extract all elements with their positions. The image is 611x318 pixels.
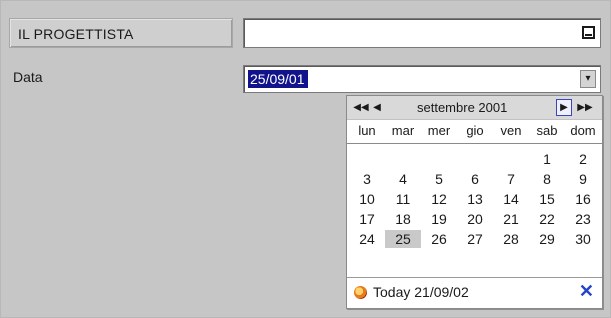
form-panel: IL PROGETTISTA Data 25/09/01 ▾ ◀◀ ◀ sett…	[0, 0, 611, 318]
calendar-day[interactable]: 8	[529, 170, 565, 188]
calendar-day[interactable]: 24	[349, 230, 385, 248]
today-button[interactable]: Today 21/09/02	[373, 284, 469, 300]
weekday-header: lun mar mer gio ven sab dom	[347, 123, 602, 144]
calendar-day[interactable]: 18	[385, 210, 421, 228]
month-title: settembre 2001	[417, 100, 508, 115]
calendar-day[interactable]: 7	[493, 170, 529, 188]
next-year-icon[interactable]: ▶▶	[577, 99, 593, 116]
prev-year-icon[interactable]: ◀◀	[353, 99, 369, 116]
calendar-day[interactable]: 11	[385, 190, 421, 208]
weekday-label: mer	[427, 123, 451, 138]
calendar-day[interactable]: 22	[529, 210, 565, 228]
field-window-button[interactable]	[582, 26, 595, 39]
calendar-grid: 1 2 3 4 5 6 7 8 9 10 11 12 13 14 15 16 17 18 19 20 21 22 23 24 2…	[347, 148, 602, 278]
calendar-day[interactable]: 16	[565, 190, 601, 208]
weekday-label: sab	[536, 123, 558, 138]
calendar-day[interactable]: 13	[457, 190, 493, 208]
dropdown-arrow-button[interactable]: ▾	[580, 70, 596, 88]
weekday-label: gio	[466, 123, 484, 138]
calendar-day[interactable]: 9	[565, 170, 601, 188]
today-icon[interactable]	[354, 286, 367, 299]
calendar-day[interactable]: 20	[457, 210, 493, 228]
prev-month-icon[interactable]: ◀	[369, 99, 385, 116]
calendar-day[interactable]: 1	[529, 150, 565, 168]
calendar-day-selected[interactable]: 25	[385, 230, 421, 248]
calendar-day[interactable]: 26	[421, 230, 457, 248]
calendar-day[interactable]: 2	[565, 150, 601, 168]
weekday-label: ven	[500, 123, 522, 138]
weekday-label: mar	[391, 123, 415, 138]
weekday-label: dom	[570, 123, 596, 138]
calendar-day[interactable]: 23	[565, 210, 601, 228]
calendar-day[interactable]: 28	[493, 230, 529, 248]
calendar-day[interactable]: 19	[421, 210, 457, 228]
date-input[interactable]: 25/09/01 ▾	[243, 65, 601, 93]
calendar-day[interactable]: 10	[349, 190, 385, 208]
date-label: Data	[13, 69, 43, 85]
calendar-day[interactable]: 30	[565, 230, 601, 248]
calendar-day[interactable]: 5	[421, 170, 457, 188]
calendar-day[interactable]: 17	[349, 210, 385, 228]
calendar-day[interactable]: 21	[493, 210, 529, 228]
calendar-header: ◀◀ ◀ settembre 2001 ▶ ▶▶	[347, 96, 602, 120]
calendar-day[interactable]: 15	[529, 190, 565, 208]
calendar-day[interactable]: 29	[529, 230, 565, 248]
calendar-day[interactable]: 27	[457, 230, 493, 248]
calendar-day[interactable]: 12	[421, 190, 457, 208]
calendar-popup: ◀◀ ◀ settembre 2001 ▶ ▶▶ lun mar mer gio ven…	[346, 95, 603, 309]
calendar-footer: Today 21/09/02 ✕	[347, 277, 602, 308]
close-icon[interactable]: ✕	[579, 281, 594, 302]
next-month-icon[interactable]: ▶	[556, 99, 572, 116]
date-value[interactable]: 25/09/01	[248, 70, 308, 88]
calendar-day[interactable]: 3	[349, 170, 385, 188]
calendar-day[interactable]: 14	[493, 190, 529, 208]
title-label: IL PROGETTISTA	[9, 18, 233, 48]
calendar-day[interactable]: 4	[385, 170, 421, 188]
calendar-day[interactable]: 6	[457, 170, 493, 188]
title-input[interactable]	[243, 18, 601, 48]
weekday-label: lun	[358, 123, 376, 138]
